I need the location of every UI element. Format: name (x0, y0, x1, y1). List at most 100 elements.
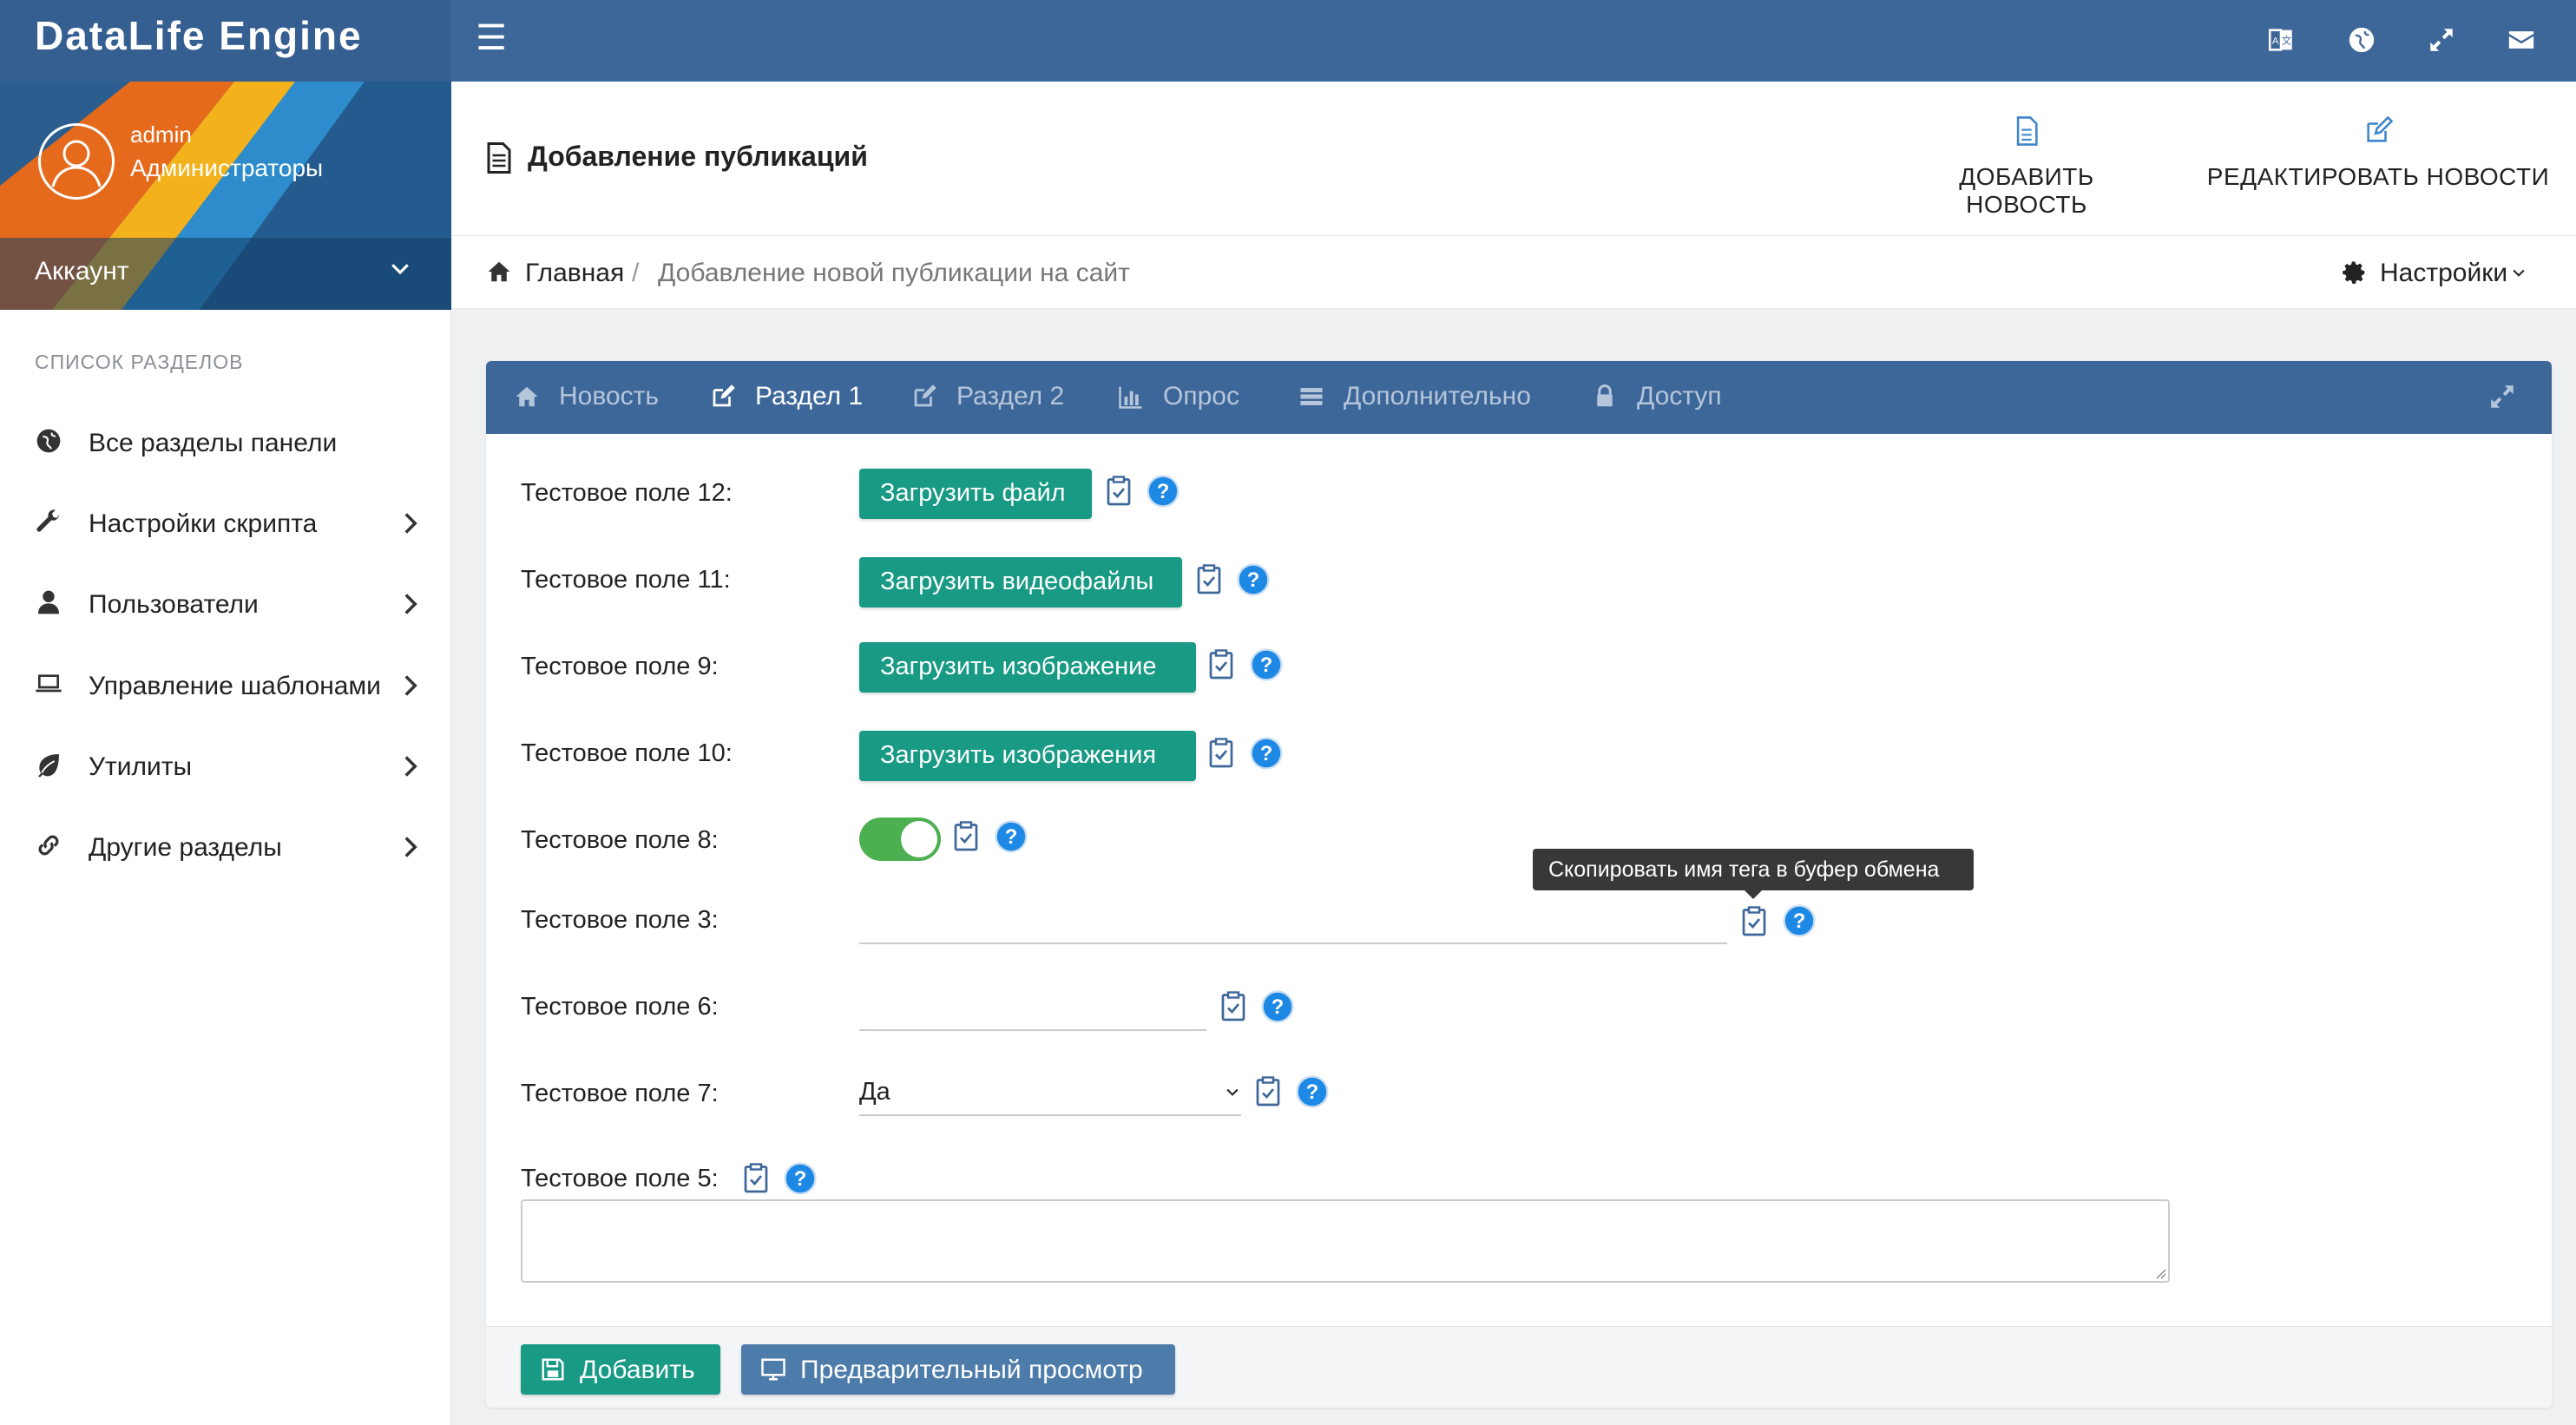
globe-icon (35, 427, 64, 456)
toggle-knob (901, 821, 937, 857)
tab-additional[interactable]: Дополнительно (1298, 361, 1559, 434)
tab-section-1[interactable]: Раздел 1 (710, 361, 884, 434)
svg-text:?: ? (1272, 995, 1285, 1019)
breadcrumb-current: Добавление новой публикации на сайт (658, 259, 1130, 287)
tab-label: Опрос (1163, 382, 1239, 410)
account-dropdown[interactable]: Аккаунт (0, 238, 451, 310)
gear-icon (2343, 261, 2365, 284)
help-icon[interactable]: ? (784, 1162, 817, 1195)
sidebar-item-utilities[interactable]: Утилиты (0, 732, 451, 801)
upload-file-button[interactable]: Загрузить файл (859, 469, 1092, 519)
copy-tag-tooltip: Скопировать имя тега в буфер обмена (1533, 849, 1974, 899)
home-icon (488, 261, 510, 282)
clipboard-icon[interactable] (743, 1163, 769, 1194)
chevron-down-icon (1226, 1088, 1239, 1096)
clipboard-icon[interactable] (1208, 649, 1234, 680)
avatar[interactable] (38, 123, 115, 200)
tab-access[interactable]: Доступ (1592, 361, 1748, 434)
edit-icon (713, 384, 735, 407)
monitor-icon (761, 1358, 785, 1381)
sidebar-item-other[interactable]: Другие разделы (0, 812, 451, 882)
link-icon (35, 831, 64, 861)
clipboard-icon[interactable] (1106, 476, 1132, 507)
account-label: Аккаунт (35, 257, 129, 286)
help-icon[interactable]: ? (1147, 475, 1180, 508)
form-footer: Добавить Предварительный просмотр (486, 1326, 2552, 1408)
edit-icon (2367, 116, 2393, 142)
field-5-textarea[interactable] (521, 1199, 2170, 1283)
settings-dropdown[interactable]: Настройки (2342, 257, 2533, 288)
chevron-right-icon (404, 837, 417, 857)
help-icon[interactable]: ? (995, 820, 1028, 853)
clipboard-icon[interactable] (1196, 564, 1222, 595)
expand-icon[interactable] (2487, 382, 2517, 411)
sidebar-item-users[interactable]: Пользователи (0, 569, 451, 639)
field-10-label: Тестовое поле 10: (521, 739, 733, 767)
help-icon[interactable]: ? (1261, 990, 1294, 1023)
fullscreen-icon[interactable] (2421, 19, 2462, 61)
field-3-input[interactable] (859, 896, 1727, 944)
save-icon (542, 1358, 564, 1381)
sidebar-item-script-settings[interactable]: Настройки скрипта (0, 489, 451, 558)
help-icon[interactable]: ? (1783, 904, 1816, 937)
upload-video-button[interactable]: Загрузить видеофайлы (859, 557, 1182, 607)
add-button[interactable]: Добавить (521, 1344, 720, 1395)
svg-text:?: ? (1793, 910, 1806, 933)
add-button-label: Добавить (580, 1356, 695, 1384)
nav-header: СПИСОК РАЗДЕЛОВ (35, 351, 244, 373)
sidebar-item-templates[interactable]: Управление шаблонами (0, 651, 451, 720)
help-icon[interactable]: ? (1296, 1075, 1329, 1108)
field-8-label: Тестовое поле 8: (521, 826, 719, 854)
svg-text:?: ? (1005, 825, 1018, 849)
clipboard-icon[interactable] (953, 821, 979, 852)
leaf-icon (35, 751, 64, 780)
sidebar-item-label: Настройки скрипта (89, 509, 318, 538)
chevron-right-icon (404, 756, 417, 777)
upload-images-button[interactable]: Загрузить изображения (859, 731, 1196, 781)
wrench-icon (35, 508, 64, 537)
upload-image-button[interactable]: Загрузить изображение (859, 642, 1196, 693)
field-12-label: Тестовое поле 12: (521, 479, 733, 507)
add-news-button[interactable]: ДОБАВИТЬ НОВОСТЬ (1909, 116, 2144, 219)
chevron-right-icon (404, 675, 417, 696)
globe-icon[interactable] (2341, 19, 2382, 61)
resize-grip-icon[interactable] (2152, 1265, 2166, 1279)
help-icon[interactable]: ? (1250, 737, 1283, 770)
tooltip-text: Скопировать имя тега в буфер обмена (1548, 857, 1940, 882)
sidebar-item-label: Управление шаблонами (89, 672, 381, 700)
tab-section-2[interactable]: Раздел 2 (911, 361, 1085, 434)
publication-form-panel: Новость Раздел 1 Раздел 2 Опрос Дополнит… (486, 361, 2552, 1408)
chevron-down-icon (2513, 269, 2525, 277)
field-6-input[interactable] (859, 982, 1206, 1031)
svg-text:A: A (2272, 36, 2279, 46)
tab-label: Дополнительно (1344, 382, 1531, 410)
clipboard-icon[interactable] (1741, 906, 1767, 937)
clipboard-icon[interactable] (1220, 991, 1246, 1022)
clipboard-icon[interactable] (1208, 738, 1234, 769)
edit-news-label: РЕДАКТИРОВАТЬ НОВОСТИ (2206, 163, 2550, 190)
sidebar-item-label: Пользователи (89, 590, 259, 619)
app-logo[interactable]: DataLife Engine (0, 0, 451, 82)
language-icon[interactable]: A文 (2260, 19, 2302, 61)
tab-label: Раздел 1 (755, 382, 864, 410)
field-8-toggle[interactable] (859, 818, 941, 861)
help-icon[interactable]: ? (1237, 563, 1270, 596)
hamburger-icon[interactable]: ☰ (474, 19, 509, 57)
field-6-label: Тестовое поле 6: (521, 993, 719, 1021)
preview-button[interactable]: Предварительный просмотр (741, 1344, 1175, 1395)
breadcrumb-home-link[interactable]: Главная (525, 259, 624, 288)
sidebar: admin Администраторы Аккаунт СПИСОК РАЗД… (0, 82, 451, 1425)
sidebar-item-all-sections[interactable]: Все разделы панели (0, 408, 451, 477)
envelope-icon[interactable] (2500, 19, 2542, 61)
tab-label: Доступ (1637, 382, 1722, 410)
tab-poll[interactable]: Опрос (1118, 361, 1265, 434)
user-name: admin (130, 121, 192, 148)
field-7-select[interactable]: Да (859, 1067, 1241, 1116)
tab-news[interactable]: Новость (514, 361, 696, 434)
home-icon (516, 386, 538, 407)
sidebar-item-label: Утилиты (89, 752, 193, 781)
help-icon[interactable]: ? (1250, 648, 1283, 681)
user-panel: admin Администраторы Аккаунт (0, 82, 451, 310)
clipboard-icon[interactable] (1255, 1076, 1281, 1107)
edit-news-button[interactable]: РЕДАКТИРОВАТЬ НОВОСТИ (2205, 116, 2552, 191)
